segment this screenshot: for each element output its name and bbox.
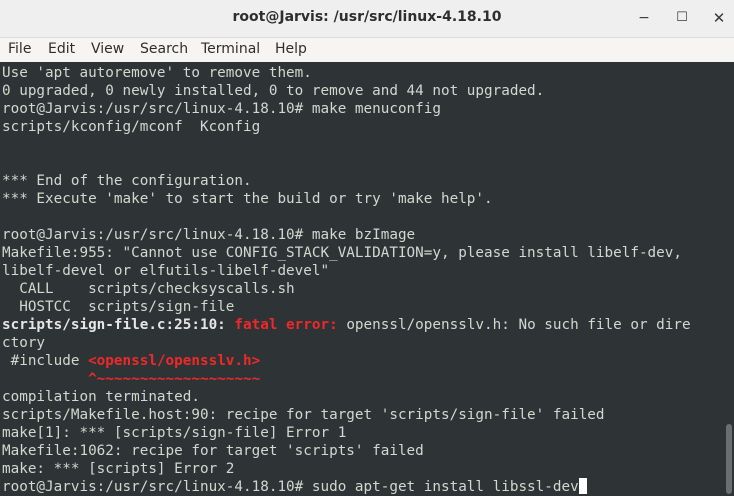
menu-view[interactable]: View [91,41,124,57]
terminal-line: Makefile:1062: recipe for target 'script… [2,443,424,459]
terminal-output[interactable]: Use 'apt autoremove' to remove them. 0 u… [0,62,722,496]
close-button[interactable]: ✕ [706,6,732,30]
terminal-line: *** End of the configuration. [2,173,252,189]
terminal-line: scripts/Makefile.host:90: recipe for tar… [2,407,605,423]
menu-file[interactable]: File [8,41,31,57]
terminal-line: make[1]: *** [scripts/sign-file] Error 1 [2,425,347,441]
menu-terminal[interactable]: Terminal [201,41,260,57]
terminal-line: HOSTCC scripts/sign-file [2,299,235,315]
terminal-window: root@Jarvis: /usr/src/linux-4.18.10 − ☐ … [0,0,734,496]
terminal-line: compilation terminated. [2,389,200,405]
maximize-button[interactable]: ☐ [669,6,695,30]
error-location: scripts/sign-file.c:25:10: [2,317,235,333]
include-header: <openssl/opensslv.h> [88,353,261,369]
scrollbar[interactable] [722,62,734,496]
scrollbar-thumb[interactable] [726,424,732,494]
prompt-command: root@Jarvis:/usr/src/linux-4.18.10# sudo… [2,479,579,495]
terminal-line: scripts/kconfig/mconf Kconfig [2,119,261,135]
minimize-button[interactable]: − [631,6,657,30]
menu-help[interactable]: Help [275,41,307,57]
terminal-line: ctory [2,335,46,351]
terminal-line: libelf-devel or elfutils-libelf-devel" [2,263,330,279]
error-label: fatal error: [234,317,347,333]
error-message: openssl/opensslv.h: No such file or dire [346,317,691,333]
terminal-line-include: #include <openssl/opensslv.h> [2,352,261,370]
error-caret-line: ^~~~~~~~~~~~~~~~~~~~ [2,371,261,387]
include-directive: #include [2,353,89,369]
text-cursor [578,478,587,494]
terminal-line: Makefile:955: "Cannot use CONFIG_STACK_V… [2,245,682,261]
terminal-line: CALL scripts/checksyscalls.sh [2,281,295,297]
title-bar[interactable]: root@Jarvis: /usr/src/linux-4.18.10 − ☐ … [0,0,734,38]
terminal-line: 0 upgraded, 0 newly installed, 0 to remo… [2,83,545,99]
terminal-line: root@Jarvis:/usr/src/linux-4.18.10# make… [2,101,441,117]
terminal-line: make: *** [scripts] Error 2 [2,461,235,477]
window-title: root@Jarvis: /usr/src/linux-4.18.10 [232,9,502,25]
terminal-line: *** Execute 'make' to start the build or… [2,191,493,207]
terminal-line-error: scripts/sign-file.c:25:10: fatal error: … [2,316,691,334]
menu-search[interactable]: Search [140,41,188,57]
terminal-line: Use 'apt autoremove' to remove them. [2,65,312,81]
menu-edit[interactable]: Edit [48,41,75,57]
menu-bar: File Edit View Search Terminal Help [0,38,734,62]
terminal-line: root@Jarvis:/usr/src/linux-4.18.10# make… [2,227,416,243]
terminal-prompt-line[interactable]: root@Jarvis:/usr/src/linux-4.18.10# sudo… [2,478,587,496]
